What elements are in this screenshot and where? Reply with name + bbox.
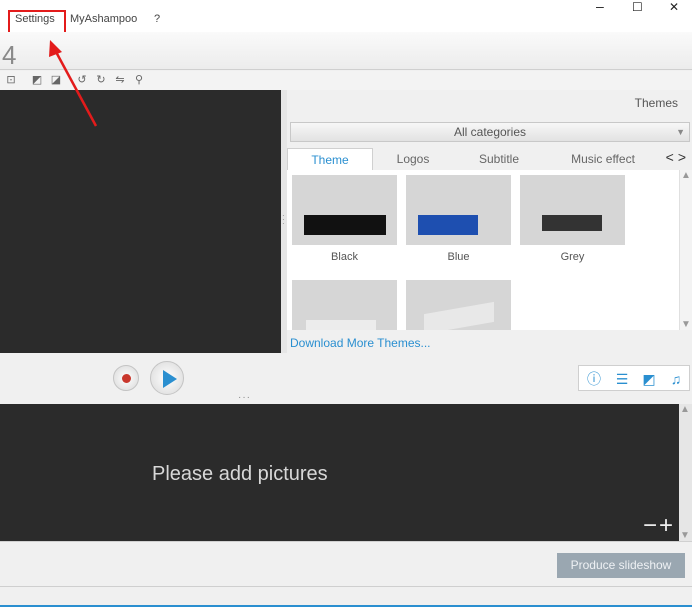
annotation-arrow <box>49 40 98 127</box>
